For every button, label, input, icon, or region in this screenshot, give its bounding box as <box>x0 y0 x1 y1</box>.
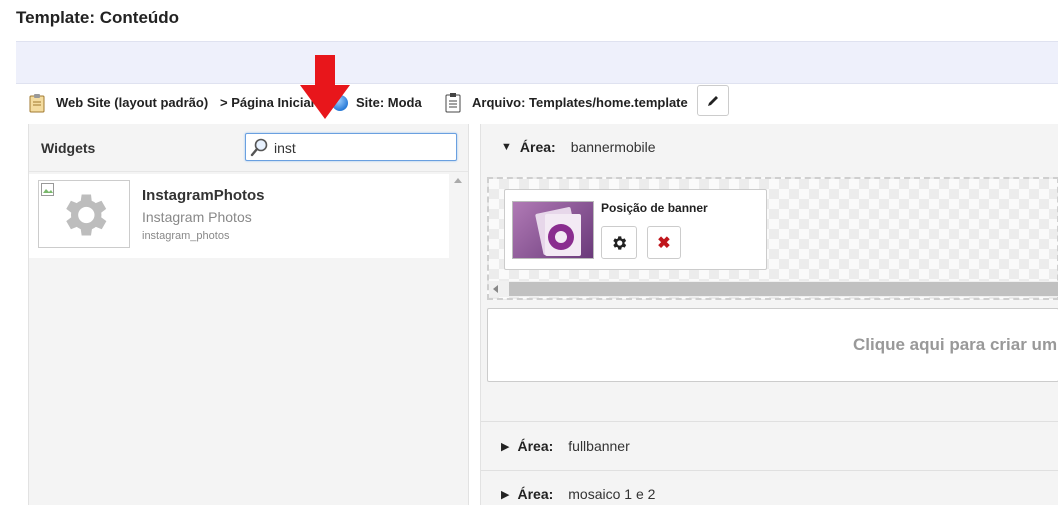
scroll-up-arrow-icon[interactable] <box>454 178 462 183</box>
area-header-fullbanner[interactable]: ▶ Área: fullbanner <box>481 436 1058 456</box>
widget-name: InstagramPhotos <box>142 187 265 204</box>
pencil-icon <box>708 95 718 106</box>
breadcrumb-website-label: Web Site (layout padrão) <box>56 95 209 110</box>
breadcrumb: Web Site (layout padrão) > Página Inicia… <box>16 84 1058 121</box>
create-widget-area[interactable]: Clique aqui para criar um <box>487 308 1058 382</box>
triangle-right-icon: ▶ <box>501 488 510 501</box>
area-label: Área: <box>517 438 554 454</box>
area-name: bannermobile <box>570 139 656 155</box>
area-label: Área: <box>517 486 554 502</box>
breadcrumb-file-label: Arquivo: Templates/home.template <box>472 95 688 110</box>
widget-description: Instagram Photos <box>142 209 252 225</box>
page-title: Template: Conteúdo <box>16 8 180 27</box>
banner-settings-button[interactable] <box>601 226 637 259</box>
triangle-right-icon: ▶ <box>501 440 510 453</box>
banner-title: Posição de banner <box>601 201 708 215</box>
gear-icon <box>66 194 107 236</box>
banner-thumbnail <box>512 201 594 259</box>
triangle-down-icon: ▼ <box>501 141 512 153</box>
info-bar <box>16 41 1058 84</box>
broken-image-icon <box>41 183 54 196</box>
widget-card-banner[interactable]: Posição de banner ✖ <box>504 189 767 270</box>
document-icon <box>445 92 461 112</box>
area-label: Área: <box>519 139 556 155</box>
banner-delete-button[interactable]: ✖ <box>647 226 681 259</box>
horizontal-scrollbar[interactable] <box>489 281 1058 297</box>
red-down-arrow-icon <box>300 55 350 119</box>
area-name: fullbanner <box>568 438 630 454</box>
area-header-bannermobile[interactable]: ▼ Área: bannermobile <box>481 137 1058 157</box>
divider <box>481 421 1058 422</box>
gallery-icon <box>535 207 581 256</box>
close-icon: ✖ <box>657 234 671 252</box>
breadcrumb-website[interactable]: Web Site (layout padrão) <box>28 93 208 113</box>
gear-icon <box>613 235 627 250</box>
divider <box>481 470 1058 471</box>
widget-search-input[interactable] <box>274 138 444 157</box>
widget-item[interactable]: InstagramPhotos Instagram Photos instagr… <box>29 174 449 258</box>
breadcrumb-site-label: Site: Moda <box>356 95 422 110</box>
magnifier-icon <box>250 138 268 157</box>
area-header-mosaico[interactable]: ▶ Área: mosaico 1 e 2 <box>481 484 1058 504</box>
breadcrumb-file: Arquivo: Templates/home.template <box>444 92 688 113</box>
scroll-left-arrow-icon[interactable] <box>493 285 498 293</box>
areas-panel: ▼ Área: bannermobile Posição de banner ✖… <box>480 124 1058 505</box>
widgets-panel: Widgets InstagramPhotos Instagram Photos… <box>28 124 469 505</box>
widgets-title: Widgets <box>41 140 96 156</box>
widgets-header: Widgets <box>29 124 468 172</box>
clipboard-icon <box>29 93 45 112</box>
widget-thumbnail <box>38 180 130 248</box>
create-area-text: Clique aqui para criar um <box>853 335 1058 354</box>
area-name: mosaico 1 e 2 <box>568 486 656 502</box>
edit-template-button[interactable] <box>697 85 729 116</box>
widget-code: instagram_photos <box>142 230 230 242</box>
widget-search[interactable] <box>245 133 457 161</box>
scrollbar-thumb[interactable] <box>509 282 1058 296</box>
